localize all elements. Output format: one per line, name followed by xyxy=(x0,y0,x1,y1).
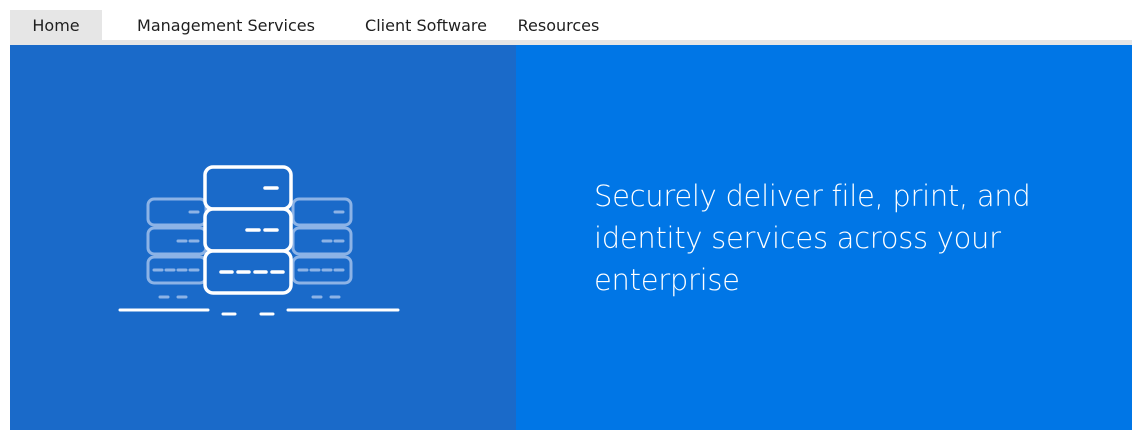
tab-resources[interactable]: Resources xyxy=(502,10,615,40)
tab-client-software[interactable]: Client Software xyxy=(350,10,502,40)
tab-home[interactable]: Home xyxy=(10,10,102,40)
hero-text-panel: Securely deliver file, print, and identi… xyxy=(516,45,1132,430)
tab-label: Client Software xyxy=(365,15,487,35)
tab-label: Resources xyxy=(517,15,600,35)
tab-management-services[interactable]: Management Services xyxy=(102,10,350,40)
hero-headline: Securely deliver file, print, and identi… xyxy=(594,179,1031,297)
tab-label: Management Services xyxy=(137,15,315,35)
server-rack-icon xyxy=(118,165,400,316)
top-nav: Home Management Services Client Software… xyxy=(10,10,1132,40)
page: Home Management Services Client Software… xyxy=(0,0,1132,430)
hero-banner: Securely deliver file, print, and identi… xyxy=(10,45,1132,430)
hero-illustration-panel xyxy=(10,45,516,430)
tab-label: Home xyxy=(32,15,80,35)
